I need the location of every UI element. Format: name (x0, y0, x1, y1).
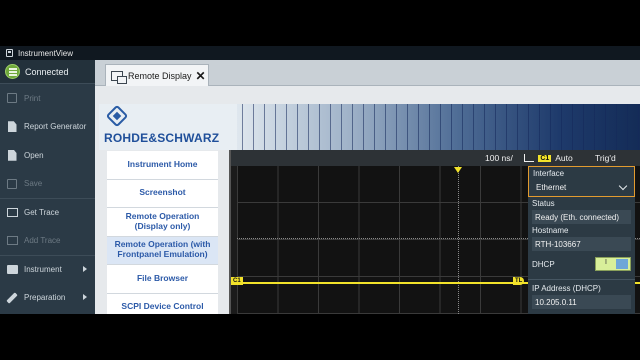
tab-strip: Remote Display ✕ (95, 60, 640, 86)
tab-label: Remote Display (128, 70, 192, 81)
interface-select[interactable]: Ethernet (533, 180, 630, 194)
channel-1-marker[interactable]: C1 (231, 277, 243, 285)
status-value: Ready (Eth. connected) (532, 210, 631, 224)
instrument-icon (6, 264, 18, 276)
add-trace-icon (6, 235, 18, 247)
banner-graphic (237, 104, 640, 150)
sidebar-item-label: Print (24, 93, 41, 103)
print-icon (6, 92, 18, 104)
sidebar-item-open[interactable]: Open (0, 141, 95, 170)
trigger-state: Trig'd (595, 153, 616, 163)
nav-screenshot[interactable]: Screenshot (107, 180, 218, 208)
dhcp-label: DHCP (532, 259, 555, 269)
open-icon (6, 149, 18, 161)
chevron-right-icon (83, 293, 87, 300)
status-field: Status Ready (Eth. connected) (528, 197, 635, 224)
sidebar-item-label: Report Generator (24, 122, 87, 132)
trigger-level-marker[interactable]: TL (513, 277, 525, 285)
toggle-knob (616, 259, 628, 269)
title-bar: InstrumentView (0, 46, 640, 60)
divider (528, 279, 635, 280)
trigger-edge-icon (524, 154, 534, 162)
dhcp-row: DHCP I (528, 251, 635, 277)
chevron-right-icon (83, 266, 87, 272)
instrumentview-window: InstrumentView Connected Print Report Ge… (0, 46, 640, 314)
grid-center-vertical (458, 166, 459, 314)
window-title: InstrumentView (18, 48, 73, 58)
connection-status-label: Connected (25, 66, 69, 77)
app-icon (6, 49, 13, 57)
nav-scpi-device-control[interactable]: SCPI Device Control (107, 294, 218, 315)
interface-label: Interface (533, 169, 565, 178)
save-icon (6, 178, 18, 190)
sidebar-item-preparation[interactable]: Preparation (0, 284, 95, 313)
hostname-input[interactable]: RTH-103667 (532, 237, 631, 251)
nav-file-browser[interactable]: File Browser (107, 265, 218, 294)
rohde-schwarz-logo-icon (105, 104, 129, 128)
sidebar-item-label: Preparation (24, 293, 66, 303)
sidebar-item-save[interactable]: Save (0, 170, 95, 199)
sidebar-item-label: Instrument (24, 265, 62, 275)
close-icon[interactable]: ✕ (196, 69, 206, 83)
sidebar-item-label: Open (24, 150, 44, 160)
nav-remote-operation-display[interactable]: Remote Operation (Display only) (107, 208, 218, 237)
sidebar-item-label: Get Trace (24, 208, 60, 218)
sidebar-item-get-trace[interactable]: Get Trace (0, 198, 95, 227)
hostname-label: Hostname (532, 226, 569, 235)
main-content: Remote Display ✕ ROHDE&SCHWARZ Instrumen… (95, 60, 640, 314)
ip-address-value[interactable]: 10.205.0.11 (532, 295, 631, 309)
trigger-position-marker (454, 167, 462, 173)
trigger-settings[interactable]: C1 Auto (524, 153, 573, 163)
connection-status[interactable]: Connected (0, 60, 95, 84)
interface-field[interactable]: Interface Ethernet (528, 166, 635, 197)
remote-display-icon (111, 70, 127, 84)
sidebar-item-print[interactable]: Print (0, 84, 95, 113)
ip-address-field[interactable]: IP Address (DHCP) 10.205.0.11 (528, 282, 635, 309)
pencil-icon (6, 292, 18, 304)
letterbox-top (0, 0, 640, 46)
sidebar-item-label: Save (24, 179, 43, 189)
report-icon (6, 121, 18, 133)
dhcp-toggle[interactable]: I (595, 257, 631, 271)
chevron-down-icon (618, 181, 628, 190)
sidebar: Connected Print Report Generator Open Sa… (0, 60, 95, 314)
trigger-mode: Auto (555, 153, 573, 163)
tab-remote-display[interactable]: Remote Display ✕ (105, 64, 209, 86)
nav-remote-operation-frontpanel[interactable]: Remote Operation (with Frontpanel Emulat… (107, 236, 218, 265)
sidebar-item-add-trace[interactable]: Add Trace (0, 227, 95, 256)
brand-name: ROHDE&SCHWARZ (104, 131, 220, 145)
sidebar-item-label: Add Trace (24, 236, 61, 246)
trace-icon (6, 207, 18, 219)
brand-banner: ROHDE&SCHWARZ (99, 104, 640, 150)
dhcp-toggle-state: I (605, 259, 607, 266)
sidebar-item-instrument[interactable]: Instrument (0, 255, 95, 284)
status-label: Status (532, 199, 555, 208)
timebase-readout[interactable]: 100 ns/ (485, 153, 513, 163)
connected-icon (5, 64, 20, 79)
trigger-channel-badge: C1 (538, 155, 552, 162)
letterbox-bottom (0, 314, 640, 360)
interface-value: Ethernet (536, 182, 567, 192)
ip-address-label: IP Address (DHCP) (532, 284, 601, 293)
scope-status-bar: 100 ns/ C1 Auto Trig'd (231, 150, 640, 166)
web-nav: Instrument Home Screenshot Remote Operat… (107, 151, 218, 314)
hostname-field[interactable]: Hostname RTH-103667 (528, 224, 635, 251)
sidebar-item-report-generator[interactable]: Report Generator (0, 113, 95, 142)
nav-instrument-home[interactable]: Instrument Home (107, 151, 218, 180)
lan-settings-panel: Interface Ethernet Status Ready (Eth. co… (528, 166, 635, 314)
